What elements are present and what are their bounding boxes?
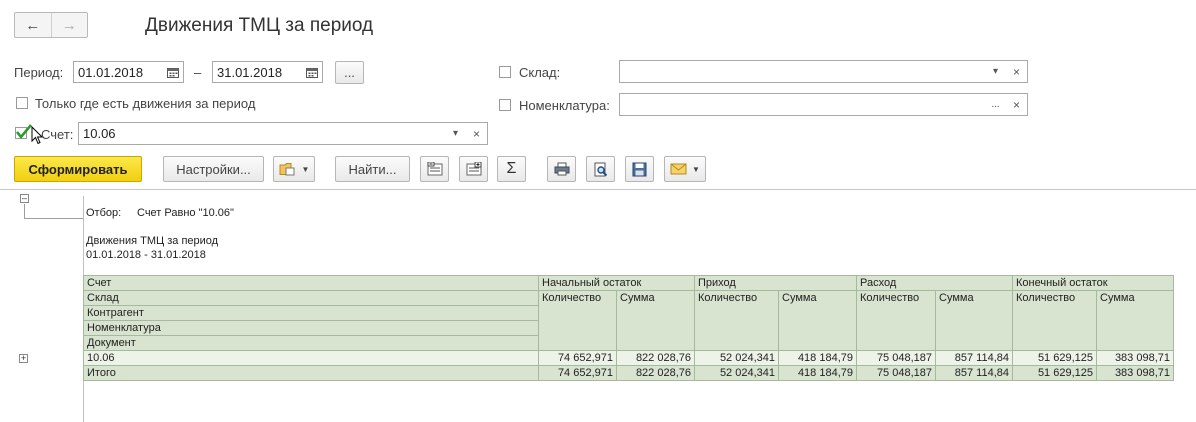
total-value: 52 024,341 (694, 365, 779, 381)
header-account: Счет (83, 275, 539, 291)
header-warehouse: Склад (83, 290, 539, 306)
report-top-border (0, 189, 1196, 190)
filter-value: Счет Равно "10.06" (137, 207, 234, 219)
calendar-icon[interactable] (301, 61, 323, 83)
total-value: 857 114,84 (935, 365, 1013, 381)
variants-button[interactable]: ▼ (273, 156, 315, 182)
header-sum: Сумма (778, 290, 857, 351)
expand-groups-icon (466, 162, 481, 176)
total-value: 74 652,971 (538, 365, 617, 381)
row-account[interactable]: 10.06 (83, 350, 539, 366)
only-movements-checkbox[interactable] (16, 97, 28, 109)
sum-button[interactable]: Σ (497, 156, 526, 182)
save-button[interactable] (625, 156, 654, 182)
total-value: 418 184,79 (778, 365, 857, 381)
chevron-down-icon: ▼ (301, 164, 310, 174)
header-expense: Расход (856, 275, 1013, 291)
report-period: 01.01.2018 - 31.01.2018 (86, 249, 206, 261)
cell-value[interactable]: 75 048,187 (856, 350, 936, 366)
cell-value[interactable]: 822 028,76 (616, 350, 695, 366)
warehouse-checkbox[interactable] (499, 66, 511, 78)
select-more-icon[interactable]: ... (985, 93, 1007, 116)
cell-value[interactable]: 74 652,971 (538, 350, 617, 366)
period-select-button[interactable]: ... (335, 61, 364, 84)
chevron-down-icon: ▼ (692, 164, 700, 174)
header-sum: Сумма (616, 290, 695, 351)
printer-icon (554, 162, 569, 176)
collapse-groups-button[interactable] (420, 156, 449, 182)
header-qty: Количество (538, 290, 617, 351)
nomenclature-label: Номенклатура: (519, 98, 610, 113)
chevron-down-icon[interactable]: ▾ (445, 122, 467, 145)
cell-value[interactable]: 857 114,84 (935, 350, 1013, 366)
collapse-groups-icon (427, 162, 442, 176)
total-value: 383 098,71 (1096, 365, 1174, 381)
send-email-button[interactable]: ▼ (664, 156, 706, 182)
total-value: 75 048,187 (856, 365, 936, 381)
preview-button[interactable] (586, 156, 615, 182)
clear-icon[interactable]: × (466, 122, 488, 145)
warehouse-input[interactable] (619, 60, 986, 83)
report-title: Движения ТМЦ за период (86, 235, 219, 247)
total-value: 51 629,125 (1012, 365, 1097, 381)
floppy-disk-icon (632, 162, 647, 176)
header-qty: Количество (694, 290, 779, 351)
warehouse-label: Склад: (519, 65, 561, 80)
period-label: Период: (14, 65, 64, 80)
forward-arrow-icon[interactable]: → (50, 13, 88, 37)
table-row[interactable]: 10.06 74 652,971 822 028,76 52 024,341 4… (83, 350, 1174, 366)
header-counterparty: Контрагент (83, 305, 539, 321)
header-document: Документ (83, 335, 539, 351)
header-qty: Количество (1012, 290, 1097, 351)
nomenclature-input[interactable] (619, 93, 986, 116)
find-button[interactable]: Найти... (335, 156, 410, 182)
header-sum: Сумма (935, 290, 1013, 351)
account-checkbox[interactable] (15, 124, 32, 140)
only-movements-label: Только где есть движения за период (35, 96, 256, 111)
account-label: Счет: (41, 127, 74, 142)
expand-groups-button[interactable] (459, 156, 488, 182)
back-arrow-icon[interactable]: ← (15, 13, 51, 37)
cell-value[interactable]: 52 024,341 (694, 350, 779, 366)
clear-icon[interactable]: × (1006, 60, 1028, 83)
page-title: Движения ТМЦ за период (145, 15, 374, 36)
total-value: 822 028,76 (616, 365, 695, 381)
print-button[interactable] (547, 156, 576, 182)
collapse-icon[interactable]: – (20, 194, 29, 203)
generate-button[interactable]: Сформировать (14, 156, 142, 182)
report-tree-line (24, 218, 83, 219)
report-tree-line (24, 204, 25, 219)
nav-buttons: ← → (14, 12, 88, 38)
cell-value[interactable]: 418 184,79 (778, 350, 857, 366)
date-from-input[interactable]: 01.01.2018 (73, 61, 163, 83)
cell-value[interactable]: 383 098,71 (1096, 350, 1174, 366)
total-row: Итого 74 652,971 822 028,76 52 024,341 4… (83, 365, 1174, 381)
cell-value[interactable]: 51 629,125 (1012, 350, 1097, 366)
header-qty: Количество (856, 290, 936, 351)
folder-icon (279, 163, 295, 176)
total-label: Итого (83, 365, 539, 381)
chevron-down-icon[interactable]: ▾ (985, 60, 1007, 83)
header-receipt: Приход (694, 275, 857, 291)
print-preview-icon (594, 162, 607, 176)
clear-icon[interactable]: × (1006, 93, 1028, 116)
date-to-input[interactable]: 31.01.2018 (212, 61, 302, 83)
header-sum: Сумма (1096, 290, 1174, 351)
filter-label: Отбор: (86, 207, 122, 219)
settings-button[interactable]: Настройки... (163, 156, 264, 182)
account-input[interactable]: 10.06 (78, 122, 446, 145)
header-nomenclature: Номенклатура (83, 320, 539, 336)
nomenclature-checkbox[interactable] (499, 99, 511, 111)
expand-icon[interactable]: + (19, 354, 28, 363)
envelope-icon (670, 163, 687, 175)
header-closing: Конечный остаток (1012, 275, 1174, 291)
header-opening: Начальный остаток (538, 275, 695, 291)
date-separator: – (194, 65, 202, 80)
report-table: Счет Начальный остаток Приход Расход Кон… (83, 275, 1174, 381)
calendar-icon[interactable] (162, 61, 184, 83)
